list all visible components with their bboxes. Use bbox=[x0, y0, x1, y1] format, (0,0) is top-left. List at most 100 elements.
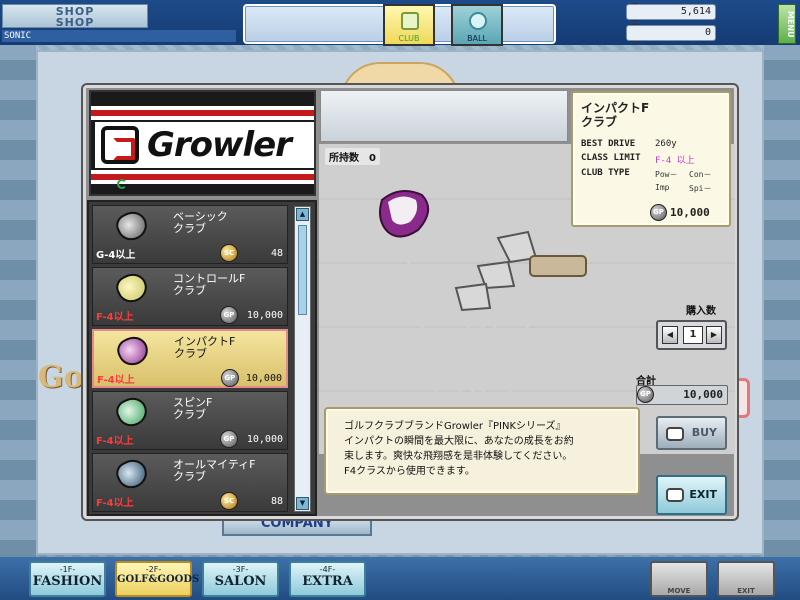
club-head-icon bbox=[112, 454, 152, 494]
club-head-icon bbox=[112, 206, 152, 246]
item-class-limit: F-4以上 bbox=[97, 375, 135, 386]
floor-label: EXTRA bbox=[302, 574, 353, 589]
stat-con: Con－ bbox=[689, 170, 712, 179]
user-name: SONIC bbox=[2, 30, 236, 42]
exit-door-icon bbox=[666, 488, 684, 502]
exit-button-label: EXIT bbox=[689, 488, 717, 501]
item-name: ベーシック クラブ bbox=[173, 210, 228, 235]
quantity-increase-button[interactable]: ▶ bbox=[706, 326, 722, 344]
gp-coin-icon: GP bbox=[221, 369, 239, 387]
stat-imp: Imp bbox=[655, 183, 670, 192]
item-class-limit: F-4以上 bbox=[96, 498, 134, 509]
floor-button-3f[interactable]: -3F- SALON bbox=[202, 561, 279, 597]
item-price: 48 bbox=[270, 248, 283, 259]
shop-sign: SHOP SHOP bbox=[2, 4, 148, 28]
gp-coin-icon: GP bbox=[650, 204, 667, 221]
floor-label: FASHION bbox=[32, 574, 103, 589]
club-head-icon bbox=[112, 392, 152, 432]
floor-button-4f[interactable]: -4F- EXTRA bbox=[289, 561, 366, 597]
background-pillar-right bbox=[764, 45, 800, 560]
list-item[interactable]: スピンF クラブ F-4以上 GP 10,000 bbox=[92, 391, 288, 450]
gp-coin-icon: GP bbox=[220, 430, 238, 448]
item-info-panel: インパクトF クラブ BEST DRIVE 260y CLASS LIMIT F… bbox=[571, 91, 731, 227]
list-item[interactable]: ベーシック クラブ G-4以上 SC 48 bbox=[92, 205, 288, 264]
item-price: 10,000 bbox=[246, 310, 283, 321]
best-drive-label: BEST DRIVE bbox=[581, 139, 636, 149]
scroll-down-button[interactable]: ▼ bbox=[296, 497, 309, 510]
exit-shop-button[interactable]: EXIT bbox=[717, 561, 775, 597]
iron-shaft-3 bbox=[456, 299, 474, 410]
quantity-label: 購入数 bbox=[686, 306, 716, 317]
scroll-thumb[interactable] bbox=[298, 225, 307, 315]
quantity-value: 1 bbox=[683, 326, 703, 344]
club-head-icon bbox=[112, 268, 152, 308]
floor-button-1f[interactable]: -1F- FASHION bbox=[29, 561, 106, 597]
quantity-decrease-button[interactable]: ◀ bbox=[662, 326, 678, 344]
scroll-up-button[interactable]: ▲ bbox=[296, 208, 309, 221]
club-type-label: CLUB TYPE bbox=[581, 168, 630, 178]
class-limit-value: F-4 以上 bbox=[655, 156, 695, 166]
sc-coin-icon: SC bbox=[220, 244, 238, 262]
buy-button[interactable]: BUY bbox=[656, 416, 727, 450]
list-item-selected[interactable]: インパクトF クラブ F-4以上 GP 10,000 bbox=[92, 329, 288, 388]
list-item[interactable]: コントロールF クラブ F-4以上 GP 10,000 bbox=[92, 267, 288, 326]
putter-shaft bbox=[503, 271, 544, 410]
club-icon bbox=[401, 12, 419, 30]
floor-number: -4F- bbox=[319, 565, 336, 574]
brand-logo: Growler bbox=[95, 122, 314, 168]
brand-name: Growler bbox=[147, 125, 292, 165]
floor-number: -1F- bbox=[59, 565, 76, 574]
item-class-limit: F-4以上 bbox=[96, 436, 134, 447]
tab-club-label: CLUB bbox=[398, 34, 420, 43]
tab-ball[interactable]: BALL bbox=[451, 4, 503, 46]
club-list: ベーシック クラブ G-4以上 SC 48 コントロールF クラブ F-4以上 … bbox=[87, 200, 317, 516]
exit-shop-label: EXIT bbox=[737, 587, 755, 595]
category-tabs bbox=[320, 90, 568, 142]
stat-pow: Pow－ bbox=[655, 170, 678, 179]
floor-button-2f[interactable]: -2F- GOLF&GOODS bbox=[115, 561, 200, 597]
sc-balance: 0 bbox=[626, 25, 716, 41]
shop-sign-text: SHOP SHOP bbox=[55, 5, 95, 29]
item-price: 10,000 bbox=[246, 434, 283, 445]
background-pillar-left bbox=[0, 45, 36, 560]
item-class-limit: G-4以上 bbox=[96, 250, 136, 261]
brand-stripes-top bbox=[91, 106, 314, 120]
item-class-limit: F-4以上 bbox=[96, 312, 134, 323]
club-head-icon bbox=[113, 331, 153, 371]
floor-label: GOLF&GOODS bbox=[117, 574, 200, 585]
menu-button[interactable]: MENU bbox=[778, 4, 796, 44]
best-drive-value: 260y bbox=[655, 139, 677, 149]
info-price: 10,000 bbox=[670, 206, 710, 219]
buy-button-label: BUY bbox=[691, 426, 717, 439]
tab-ball-label: BALL bbox=[467, 34, 487, 43]
move-button-label: MOVE bbox=[667, 587, 691, 595]
putter-head bbox=[529, 255, 587, 277]
tab-club[interactable]: CLUB bbox=[383, 4, 435, 46]
floor-number: -2F- bbox=[145, 565, 162, 574]
wood-shaft bbox=[402, 239, 442, 410]
list-scrollbar[interactable]: ▲ ▼ bbox=[294, 206, 311, 512]
item-name: スピンF クラブ bbox=[173, 396, 213, 421]
gp-coin-icon: GP bbox=[220, 306, 238, 324]
cart-icon bbox=[666, 427, 684, 441]
ball-icon bbox=[469, 12, 487, 30]
item-name: コントロールF クラブ bbox=[173, 272, 246, 297]
item-description: ゴルフクラブブランドGrowler『PINKシリーズ』 インパクトの瞬間を最大限… bbox=[324, 407, 640, 495]
floor-number: -3F- bbox=[232, 565, 249, 574]
sc-coin-icon: SC bbox=[220, 492, 238, 510]
floor-label: SALON bbox=[214, 574, 267, 589]
item-description-text: ゴルフクラブブランドGrowler『PINKシリーズ』 インパクトの瞬間を最大限… bbox=[344, 421, 574, 477]
move-button[interactable]: MOVE bbox=[650, 561, 708, 597]
info-title: インパクトF クラブ bbox=[581, 101, 650, 129]
club-set-image bbox=[379, 190, 587, 410]
exit-button[interactable]: EXIT bbox=[656, 475, 727, 515]
class-limit-label: CLASS LIMIT bbox=[581, 153, 641, 163]
gp-balance: 5,614 bbox=[626, 4, 716, 20]
gp-coin-icon: GP bbox=[637, 386, 654, 403]
owned-count: 所持数 0 bbox=[325, 148, 380, 165]
growler-mark-icon bbox=[101, 126, 139, 164]
impact-type-icon bbox=[117, 179, 127, 189]
list-item[interactable]: オールマイティF クラブ F-4以上 SC 88 bbox=[92, 453, 288, 512]
iron-head-3 bbox=[454, 282, 492, 312]
stat-spi: Spi－ bbox=[689, 184, 712, 193]
